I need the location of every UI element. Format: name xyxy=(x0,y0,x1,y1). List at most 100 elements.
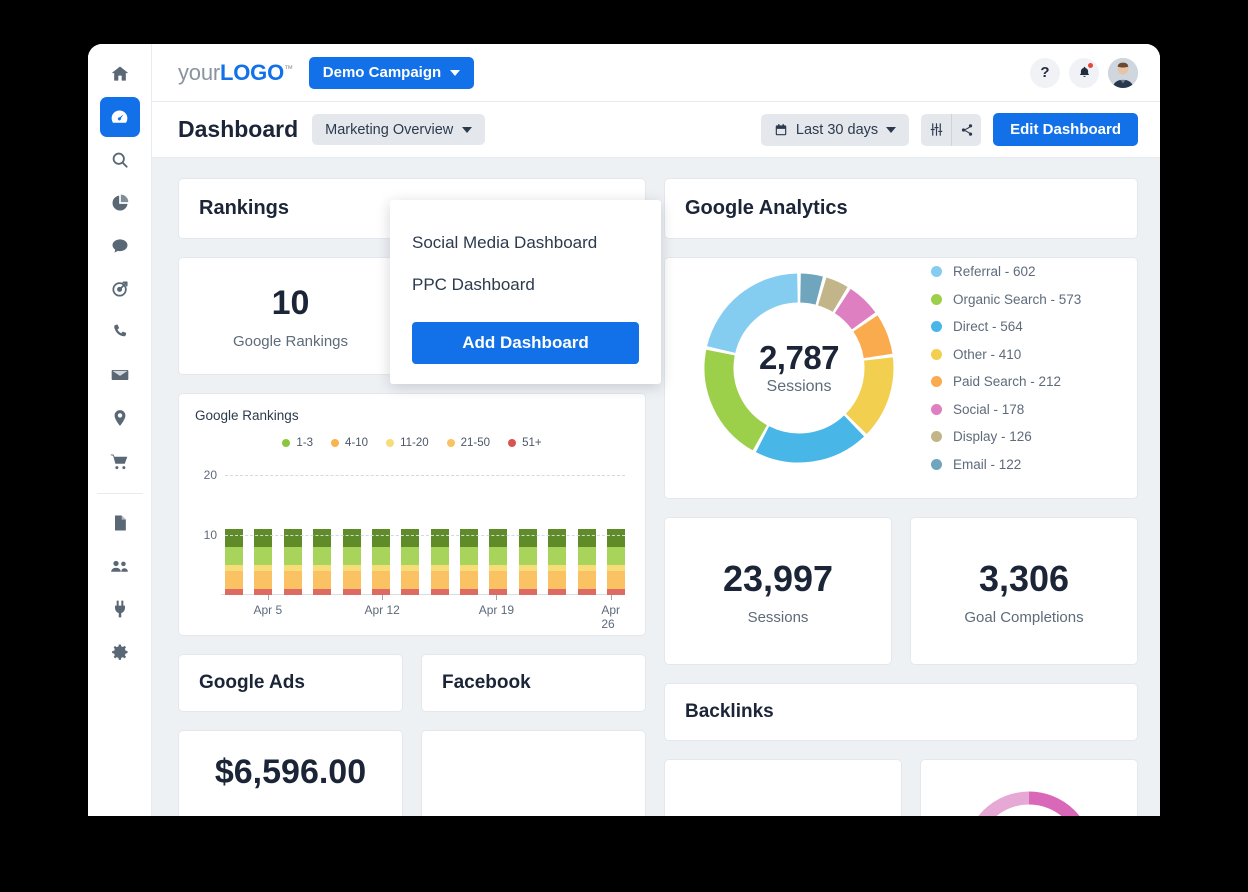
sidebar-item-calls[interactable] xyxy=(100,312,140,352)
bar-segment xyxy=(254,547,272,565)
donut-legend-item[interactable]: Referral - 602 xyxy=(931,264,1081,279)
bar-column[interactable] xyxy=(313,529,331,595)
sidebar-item-users[interactable] xyxy=(100,546,140,586)
sidebar-item-settings[interactable] xyxy=(100,632,140,672)
bar-segment xyxy=(284,547,302,565)
filter-button[interactable] xyxy=(921,114,951,146)
avatar[interactable] xyxy=(1108,58,1138,88)
legend-label: 51+ xyxy=(522,437,542,449)
legend-item[interactable]: 4-10 xyxy=(331,437,368,449)
kpi-goal-completions[interactable]: 3,306 Goal Completions xyxy=(910,517,1138,665)
sidebar-item-ecommerce[interactable] xyxy=(100,441,140,481)
bar-column[interactable] xyxy=(431,529,449,595)
bottom-value-row-left: $6,596.00 xyxy=(178,730,646,816)
sidebar-item-home[interactable] xyxy=(100,54,140,94)
bottom-value-row-right xyxy=(664,759,1138,816)
bar-column[interactable] xyxy=(460,529,478,595)
kpi-google-rankings[interactable]: 10 Google Rankings xyxy=(178,257,403,375)
bar-segment xyxy=(578,547,596,565)
donut-legend-label: Display - 126 xyxy=(953,429,1032,444)
notifications-button[interactable] xyxy=(1069,58,1099,88)
bar-column[interactable] xyxy=(225,529,243,595)
donut-legend-item[interactable]: Social - 178 xyxy=(931,402,1081,417)
bar-segment xyxy=(254,571,272,589)
donut-legend-item[interactable]: Paid Search - 212 xyxy=(931,374,1081,389)
bar-column[interactable] xyxy=(372,529,390,595)
sidebar-item-dashboard[interactable] xyxy=(100,97,140,137)
legend-color-dot xyxy=(931,294,942,305)
google-analytics-card: Google Analytics xyxy=(664,178,1138,239)
bar-segment xyxy=(401,529,419,547)
dropdown-item[interactable]: PPC Dashboard xyxy=(390,264,661,306)
bar-segment xyxy=(578,571,596,589)
y-axis-tick-label: 10 xyxy=(204,528,217,542)
edit-dashboard-button[interactable]: Edit Dashboard xyxy=(993,113,1138,146)
legend-item[interactable]: 1-3 xyxy=(282,437,313,449)
backlinks-value-card[interactable] xyxy=(664,759,902,816)
date-range-selector[interactable]: Last 30 days xyxy=(761,114,909,146)
campaign-selector[interactable]: Demo Campaign xyxy=(309,57,474,89)
gauge-chart-card[interactable] xyxy=(920,759,1138,816)
sidebar-item-campaigns[interactable] xyxy=(100,269,140,309)
bar-column[interactable] xyxy=(401,529,419,595)
target-icon xyxy=(110,279,130,299)
app-logo[interactable]: yourLOGO™ xyxy=(178,60,293,86)
bar-column[interactable] xyxy=(607,529,625,595)
bar-segment xyxy=(313,547,331,565)
google-ads-value-card[interactable]: $6,596.00 xyxy=(178,730,403,816)
chart-bars xyxy=(225,463,625,595)
facebook-card[interactable]: Facebook xyxy=(421,654,646,712)
sessions-donut-chart[interactable]: 2,787 Sessions xyxy=(699,268,899,468)
donut-legend-item[interactable]: Display - 126 xyxy=(931,429,1081,444)
gridline xyxy=(225,475,625,476)
bar-segment xyxy=(460,529,478,547)
bar-segment xyxy=(225,547,243,565)
bar-segment xyxy=(313,571,331,589)
bar-column[interactable] xyxy=(578,529,596,595)
chevron-down-icon xyxy=(886,127,896,133)
dashboard-view-selector[interactable]: Marketing Overview xyxy=(312,114,485,145)
bar-segment xyxy=(548,529,566,547)
sidebar-item-integrations[interactable] xyxy=(100,589,140,629)
bar-column[interactable] xyxy=(489,529,507,595)
analytics-kpi-row: 23,997 Sessions 3,306 Goal Completions xyxy=(664,517,1138,665)
search-icon xyxy=(110,150,130,170)
chart-plot-area: 1020 xyxy=(225,463,625,595)
help-button[interactable]: ? xyxy=(1030,58,1060,88)
bar-column[interactable] xyxy=(284,529,302,595)
bar-column[interactable] xyxy=(548,529,566,595)
donut-legend-item[interactable]: Organic Search - 573 xyxy=(931,292,1081,307)
bar-column[interactable] xyxy=(519,529,537,595)
backlinks-card[interactable]: Backlinks xyxy=(664,683,1138,741)
sidebar-item-search[interactable] xyxy=(100,140,140,180)
legend-color-dot xyxy=(931,459,942,470)
add-dashboard-button[interactable]: Add Dashboard xyxy=(412,322,639,364)
bar-column[interactable] xyxy=(343,529,361,595)
legend-item[interactable]: 51+ xyxy=(508,437,542,449)
kpi-sessions[interactable]: 23,997 Sessions xyxy=(664,517,892,665)
kpi-value xyxy=(675,786,891,816)
dropdown-item[interactable]: Social Media Dashboard xyxy=(390,222,661,264)
x-axis-tick-mark xyxy=(611,595,612,600)
legend-item[interactable]: 11-20 xyxy=(386,437,429,449)
legend-item[interactable]: 21-50 xyxy=(447,437,490,449)
sidebar-item-reports[interactable] xyxy=(100,183,140,223)
donut-legend-item[interactable]: Direct - 564 xyxy=(931,319,1081,334)
google-ads-card[interactable]: Google Ads xyxy=(178,654,403,712)
share-button[interactable] xyxy=(951,114,981,146)
sidebar-item-local[interactable] xyxy=(100,398,140,438)
bar-segment xyxy=(519,547,537,565)
donut-legend-item[interactable]: Email - 122 xyxy=(931,457,1081,472)
facebook-value-card[interactable] xyxy=(421,730,646,816)
x-axis-tick-mark xyxy=(496,595,497,600)
donut-legend-item[interactable]: Other - 410 xyxy=(931,347,1081,362)
legend-color-dot xyxy=(931,321,942,332)
sidebar-item-messages[interactable] xyxy=(100,226,140,266)
legend-color-dot xyxy=(931,431,942,442)
bar-segment xyxy=(519,571,537,589)
sidebar-item-email[interactable] xyxy=(100,355,140,395)
bar-column[interactable] xyxy=(254,529,272,595)
legend-label: 4-10 xyxy=(345,437,368,449)
sidebar-item-documents[interactable] xyxy=(100,503,140,543)
sidebar-divider xyxy=(97,493,143,494)
